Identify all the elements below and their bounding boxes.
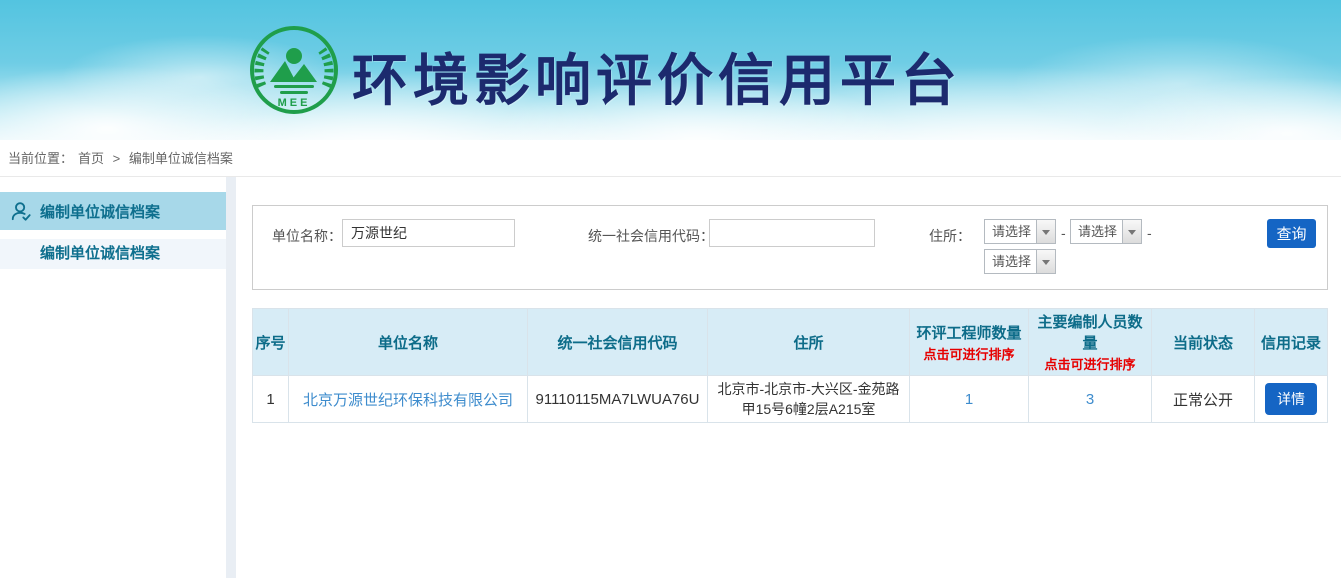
chevron-down-icon[interactable] <box>1036 250 1055 273</box>
address-dash: - <box>1147 225 1152 241</box>
table-header-row: 序号 单位名称 统一社会信用代码 住所 环评工程师数量 点击可进行排序 主要编制… <box>253 309 1328 376</box>
header-credit-code: 统一社会信用代码 <box>528 309 708 376</box>
header-engineer-count-sortable[interactable]: 环评工程师数量 点击可进行排序 <box>910 309 1029 376</box>
unit-name-input[interactable] <box>342 219 515 247</box>
cell-index: 1 <box>253 376 289 423</box>
address-province-select[interactable]: 请选择 <box>984 219 1056 244</box>
sort-hint[interactable]: 点击可进行排序 <box>912 344 1026 363</box>
breadcrumb-prefix: 当前位置： <box>8 151 73 166</box>
page-title: 环境影响评价信用平台 <box>352 36 962 117</box>
address-label: 住所： <box>929 226 971 246</box>
search-panel: 单位名称： 统一社会信用代码： 住所： 请选择 - 请选择 - 请选择 查询 <box>252 205 1328 290</box>
breadcrumb: 当前位置： 首页 > 编制单位诚信档案 <box>0 140 1341 177</box>
chevron-down-icon[interactable] <box>1122 220 1141 243</box>
chevron-down-icon[interactable] <box>1036 220 1055 243</box>
address-city-select[interactable]: 请选择 <box>1070 219 1142 244</box>
header-address: 住所 <box>708 309 910 376</box>
address-district-value: 请选择 <box>985 250 1036 273</box>
unit-name-link[interactable]: 北京万源世纪环保科技有限公司 <box>303 392 513 409</box>
sidebar-item-credit-archive-group[interactable]: 编制单位诚信档案 <box>0 192 226 230</box>
address-district-select[interactable]: 请选择 <box>984 249 1056 274</box>
cell-status: 正常公开 <box>1152 376 1255 423</box>
header-index: 序号 <box>253 309 289 376</box>
detail-button[interactable]: 详情 <box>1265 383 1317 415</box>
header-staff-count-sortable[interactable]: 主要编制人员数量 点击可进行排序 <box>1029 309 1152 376</box>
staff-count-link[interactable]: 3 <box>1086 391 1094 408</box>
breadcrumb-home-link[interactable]: 首页 <box>78 151 104 166</box>
logo-text: MEE <box>278 97 311 109</box>
header-engineer-count-label: 环评工程师数量 <box>916 325 1021 342</box>
user-check-icon <box>10 200 32 222</box>
credit-code-input[interactable] <box>709 219 875 247</box>
site-banner: MEE 环境影响评价信用平台 <box>0 0 1341 140</box>
cell-address: 北京市-北京市-大兴区-金苑路甲15号6幢2层A215室 <box>708 376 910 423</box>
header-credit-record: 信用记录 <box>1255 309 1328 376</box>
address-dash: - <box>1061 225 1066 241</box>
header-staff-count-label: 主要编制人员数量 <box>1037 314 1142 352</box>
engineer-count-link[interactable]: 1 <box>965 391 973 408</box>
breadcrumb-separator: > <box>113 151 121 166</box>
sidebar: 编制单位诚信档案 编制单位诚信档案 <box>0 177 226 578</box>
credit-code-label: 统一社会信用代码： <box>588 226 714 246</box>
cell-credit-code: 91110115MA7LWUA76U <box>528 376 708 423</box>
sort-hint[interactable]: 点击可进行排序 <box>1031 354 1149 373</box>
address-province-value: 请选择 <box>985 220 1036 243</box>
main-content: 单位名称： 统一社会信用代码： 住所： 请选择 - 请选择 - 请选择 查询 <box>236 177 1341 578</box>
address-city-value: 请选择 <box>1071 220 1122 243</box>
sidebar-divider <box>226 177 236 578</box>
results-table: 序号 单位名称 统一社会信用代码 住所 环评工程师数量 点击可进行排序 主要编制… <box>252 308 1328 423</box>
query-button[interactable]: 查询 <box>1267 219 1316 248</box>
table-row: 1 北京万源世纪环保科技有限公司 91110115MA7LWUA76U 北京市-… <box>253 376 1328 423</box>
unit-name-label: 单位名称： <box>272 226 342 246</box>
header-unit-name: 单位名称 <box>289 309 528 376</box>
sidebar-item-credit-archive[interactable]: 编制单位诚信档案 <box>0 239 226 269</box>
header-status: 当前状态 <box>1152 309 1255 376</box>
sidebar-group-label: 编制单位诚信档案 <box>40 201 160 222</box>
mee-logo-icon: MEE <box>248 24 340 116</box>
breadcrumb-current: 编制单位诚信档案 <box>129 151 233 166</box>
